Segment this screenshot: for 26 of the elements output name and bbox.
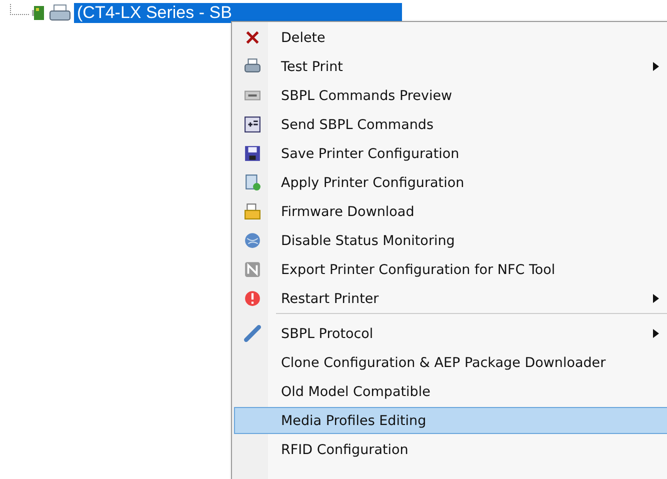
tree-node-label[interactable]: (CT4-LX Series - SB — [74, 3, 402, 23]
menu-item[interactable]: SBPL Protocol — [234, 320, 667, 347]
cross-icon — [244, 29, 260, 46]
menu-item[interactable]: Send SBPL Commands — [234, 111, 667, 138]
menu-item[interactable]: RFID Configuration — [234, 436, 667, 463]
nfc-icon — [244, 261, 260, 278]
printer-icon — [49, 4, 71, 22]
menu-item[interactable]: Restart Printer — [234, 285, 667, 312]
menu-item[interactable]: SBPL Commands Preview — [234, 82, 667, 109]
printer-icon — [244, 58, 260, 75]
globe-icon — [244, 232, 260, 249]
submenu-arrow-icon — [653, 294, 659, 303]
menu-item[interactable]: Clone Configuration & AEP Package Downloader — [234, 349, 667, 376]
menu-item[interactable]: Apply Printer Configuration — [234, 169, 667, 196]
menu-item[interactable]: Firmware Download — [234, 198, 667, 225]
menu-item[interactable]: Export Printer Configuration for NFC Tool — [234, 256, 667, 283]
submenu-arrow-icon — [653, 62, 659, 71]
menu-item[interactable]: Media Profiles Editing — [234, 407, 667, 434]
menu-item[interactable]: Save Printer Configuration — [234, 140, 667, 167]
warning-circle-icon — [244, 290, 260, 307]
network-card-icon — [32, 5, 46, 21]
menu-item[interactable]: Delete — [234, 24, 667, 51]
menu-item[interactable]: Old Model Compatible — [234, 378, 667, 405]
menu-item[interactable]: Disable Status Monitoring — [234, 227, 667, 254]
menu-item[interactable]: Test Print — [234, 53, 667, 80]
submenu-arrow-icon — [653, 329, 659, 338]
